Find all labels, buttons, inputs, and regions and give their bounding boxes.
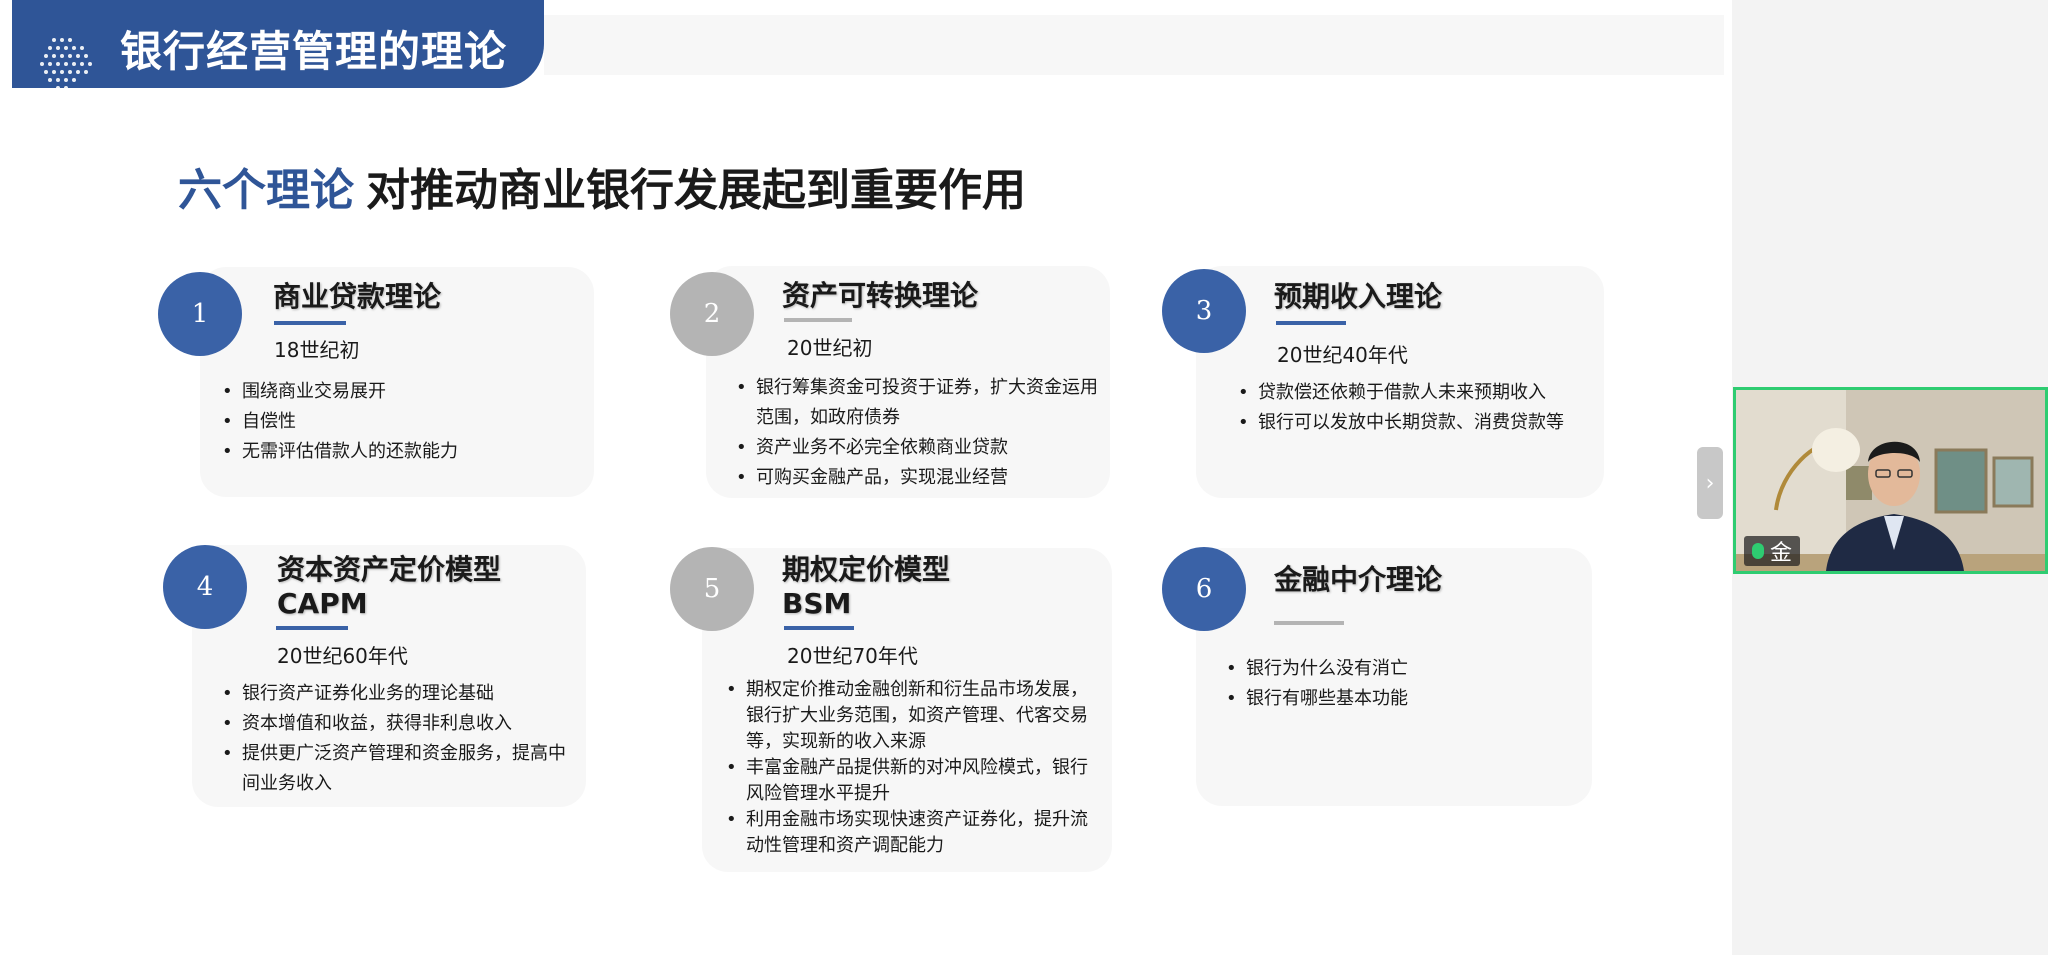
theory-title-4: 资本资产定价模型 [277, 553, 502, 586]
title-underline-2 [784, 318, 852, 322]
number-badge-2: 2 [670, 272, 754, 356]
theory-title-6: 金融中介理论 [1274, 563, 1443, 596]
theory-points-4: 银行资产证券化业务的理论基础 资本增值和收益，获得非利息收入 提供更广泛资产管理… [220, 679, 568, 799]
theory-title-5-abbr: BSM [782, 587, 852, 620]
slide-subtitle: 六个理论 对推动商业银行发展起到重要作用 [178, 154, 1026, 218]
theory-points-2: 银行筹集资金可投资于证券，扩大资金运用范围，如政府债券 资产业务不必完全依赖商业… [734, 373, 1098, 493]
participant-video-tile[interactable]: 金 [1733, 387, 2048, 574]
list-item: 无需评估借款人的还款能力 [220, 437, 580, 467]
theory-title-4-abbr: CAPM [277, 587, 368, 620]
participant-name-badge: 金 [1744, 536, 1801, 566]
list-item: 期权定价推动金融创新和衍生品市场发展，银行扩大业务范围，如资产管理、代客交易等，… [724, 677, 1100, 755]
list-item: 银行有哪些基本功能 [1224, 684, 1572, 714]
list-item: 银行可以发放中长期贷款、消费贷款等 [1236, 408, 1584, 438]
slide-title: 银行经营管理的理论 [120, 27, 508, 76]
list-item: 银行为什么没有消亡 [1224, 654, 1572, 684]
title-underline-6 [1274, 621, 1344, 625]
list-item: 可购买金融产品，实现混业经营 [734, 463, 1098, 493]
title-underline-5 [784, 626, 854, 630]
header-strip [544, 15, 1724, 75]
title-underline-1 [274, 321, 346, 325]
list-item: 银行资产证券化业务的理论基础 [220, 679, 568, 709]
next-slide-button[interactable]: › [1697, 447, 1723, 519]
list-item: 提供更广泛资产管理和资金服务，提高中间业务收入 [220, 739, 568, 799]
presentation-slide: 银行经营管理的理论 六个理论 对推动商业银行发展起到重要作用 1 商业贷款理论 1… [0, 0, 1732, 955]
list-item: 银行筹集资金可投资于证券，扩大资金运用范围，如政府债券 [734, 373, 1098, 433]
theory-title-1: 商业贷款理论 [273, 280, 442, 313]
microphone-icon [1752, 543, 1764, 559]
list-item: 资产业务不必完全依赖商业贷款 [734, 433, 1098, 463]
title-underline-4 [276, 626, 348, 630]
theory-title-3: 预期收入理论 [1274, 280, 1443, 313]
theory-points-5: 期权定价推动金融创新和衍生品市场发展，银行扩大业务范围，如资产管理、代客交易等，… [724, 677, 1100, 859]
list-item: 围绕商业交易展开 [220, 377, 580, 407]
list-item: 利用金融市场实现快速资产证券化，提升流动性管理和资产调配能力 [724, 807, 1100, 859]
number-badge-1: 1 [158, 272, 242, 356]
subtitle-accent: 六个理论 [178, 165, 354, 216]
theory-title-2: 资产可转换理论 [782, 279, 979, 312]
theory-era-2: 20世纪初 [787, 336, 873, 360]
theory-points-3: 贷款偿还依赖于借款人未来预期收入 银行可以发放中长期贷款、消费贷款等 [1236, 378, 1584, 438]
theory-title-5: 期权定价模型 [782, 553, 951, 586]
number-badge-3: 3 [1162, 269, 1246, 353]
theory-points-1: 围绕商业交易展开 自偿性 无需评估借款人的还款能力 [220, 377, 580, 467]
list-item: 自偿性 [220, 407, 580, 437]
list-item: 贷款偿还依赖于借款人未来预期收入 [1236, 378, 1584, 408]
number-badge-4: 4 [163, 545, 247, 629]
slide-title-banner: 银行经营管理的理论 [12, 0, 544, 90]
number-badge-5: 5 [670, 547, 754, 631]
participant-name: 金 [1770, 541, 1793, 566]
chevron-right-icon: › [1705, 470, 1715, 496]
theory-era-5: 20世纪70年代 [787, 644, 918, 668]
number-badge-6: 6 [1162, 547, 1246, 631]
theory-era-3: 20世纪40年代 [1277, 343, 1408, 367]
list-item: 丰富金融产品提供新的对冲风险模式，银行风险管理水平提升 [724, 755, 1100, 807]
list-item: 资本增值和收益，获得非利息收入 [220, 709, 568, 739]
dot-pattern-icon [40, 38, 92, 90]
title-underline-3 [1276, 321, 1346, 325]
subtitle-text: 对推动商业银行发展起到重要作用 [366, 165, 1026, 216]
theory-points-6: 银行为什么没有消亡 银行有哪些基本功能 [1224, 654, 1572, 714]
theory-era-1: 18世纪初 [274, 338, 360, 362]
theory-era-4: 20世纪60年代 [277, 644, 408, 668]
